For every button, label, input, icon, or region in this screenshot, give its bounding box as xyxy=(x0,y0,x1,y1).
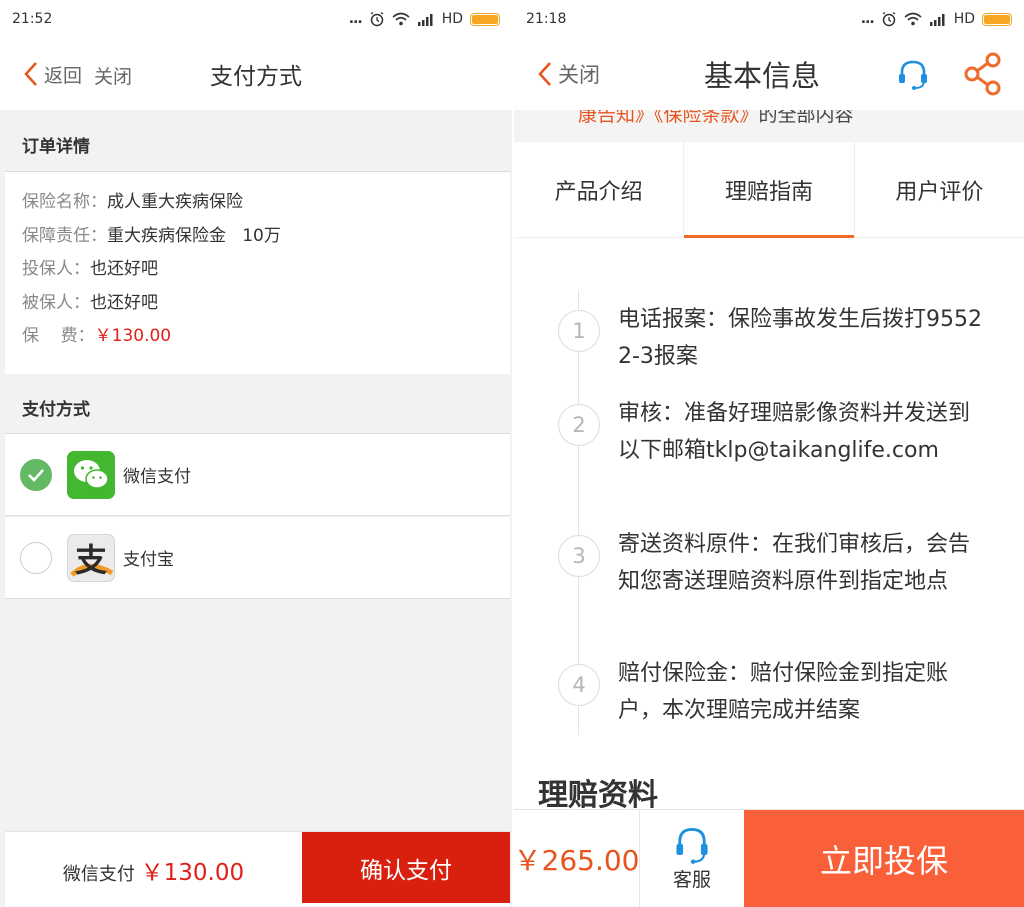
payment-option-wechat[interactable]: 微信支付 xyxy=(5,434,510,516)
order-details-heading: 订单详情 xyxy=(5,118,510,172)
tab-product-intro[interactable]: 产品介绍 xyxy=(514,142,685,237)
close-label: 关闭 xyxy=(558,63,600,87)
signal-icon xyxy=(417,13,433,26)
wifi-icon xyxy=(904,12,922,26)
tab-bar: 产品介绍 理赔指南 用户评价 xyxy=(514,142,1024,238)
network-type: HD xyxy=(441,11,463,27)
step-number-badge: 4 xyxy=(558,664,600,706)
status-time: 21:18 xyxy=(526,11,567,27)
step-number-badge: 1 xyxy=(558,310,600,352)
alarm-icon xyxy=(882,11,896,27)
tab-user-reviews[interactable]: 用户评价 xyxy=(855,142,1024,237)
status-time: 21:52 xyxy=(12,11,53,27)
payment-total: 微信支付 ￥130.00 xyxy=(62,859,245,886)
claims-step: 1 电话报案：保险事故发生后拨打95522-3报案 xyxy=(558,307,984,375)
radio-unchecked-icon[interactable] xyxy=(20,541,52,574)
order-row-premium: 保 费：￥130.00 xyxy=(22,326,172,346)
claims-materials-title: 理赔资料 xyxy=(538,778,658,813)
payment-method-heading: 支付方式 xyxy=(5,382,510,434)
wechat-pay-label: 微信支付 xyxy=(123,467,191,487)
order-row-applicant: 投保人：也还好吧 xyxy=(22,259,158,279)
terms-links[interactable]: 康告知》《保险条款》 xyxy=(578,110,759,126)
claims-step: 3 寄送资料原件：在我们审核后，会告知您寄送理赔资料原件到指定地点 xyxy=(558,532,984,600)
payment-amount: ￥130.00 xyxy=(140,859,245,886)
more-dots-icon: ... xyxy=(348,11,363,27)
claims-step: 2 审核：准备好理赔影像资料并发送到以下邮箱tklp@taikanglife.c… xyxy=(558,401,984,469)
customer-service-icon[interactable] xyxy=(896,57,930,91)
payment-footer: 微信支付 ￥130.00 确认支付 xyxy=(5,831,510,907)
tab-claims-guide[interactable]: 理赔指南 xyxy=(684,142,855,238)
step-text: 电话报案：保险事故发生后拨打95522-3报案 xyxy=(618,307,982,369)
status-bar: 21:18 ... HD xyxy=(514,0,1024,38)
headset-icon xyxy=(676,827,708,864)
alipay-icon: 支 xyxy=(67,533,115,582)
nav-bar: 支付方式 返回 关闭 xyxy=(0,38,512,110)
purchase-footer: ￥265.00 客服 立即投保 xyxy=(514,809,1024,907)
wifi-icon xyxy=(392,12,410,26)
network-type: HD xyxy=(953,11,975,27)
chevron-left-icon xyxy=(24,62,37,86)
order-row-name: 保险名称：成人重大疾病保险 xyxy=(22,192,243,212)
order-row-insured: 被保人：也还好吧 xyxy=(22,292,158,313)
more-dots-icon: ... xyxy=(860,11,875,27)
terms-notice-strip: 康告知》《保险条款》的全部内容 xyxy=(514,110,1024,142)
buy-now-button[interactable]: 立即投保 xyxy=(744,810,1024,907)
step-number-badge: 2 xyxy=(558,404,600,446)
step-text: 寄送资料原件：在我们审核后，会告知您寄送理赔资料原件到指定地点 xyxy=(618,532,971,594)
price: ￥265.00 xyxy=(514,810,640,907)
claims-step: 4 赔付保险金：赔付保险金到指定账户，本次理赔完成并结案 xyxy=(558,661,984,729)
terms-suffix: 的全部内容 xyxy=(758,110,854,126)
chevron-left-icon xyxy=(538,62,551,86)
step-number-badge: 3 xyxy=(558,535,600,577)
alipay-label: 支付宝 xyxy=(123,550,174,570)
customer-service-button[interactable]: 客服 xyxy=(640,810,744,907)
nav-bar: 基本信息 关闭 xyxy=(514,38,1024,110)
battery-icon xyxy=(982,12,1012,26)
status-bar: 21:52 ... HD xyxy=(0,0,512,38)
confirm-payment-button[interactable]: 确认支付 xyxy=(302,832,510,903)
order-row-coverage: 保障责任：重大疾病保险金 10万 xyxy=(22,225,281,246)
back-label: 返回 xyxy=(44,64,83,87)
payment-option-alipay[interactable]: 支 支付宝 xyxy=(5,517,510,599)
back-button[interactable]: 返回 xyxy=(24,38,82,110)
alarm-icon xyxy=(370,11,384,27)
close-button[interactable]: 关闭 xyxy=(94,62,132,89)
step-text: 审核：准备好理赔影像资料并发送到以下邮箱tklp@taikanglife.com xyxy=(618,401,971,463)
signal-icon xyxy=(929,13,945,26)
wechat-pay-icon xyxy=(67,450,115,499)
radio-checked-icon[interactable] xyxy=(20,458,52,491)
customer-service-label: 客服 xyxy=(672,869,711,891)
close-button[interactable]: 关闭 xyxy=(538,38,600,110)
share-icon[interactable] xyxy=(964,52,1002,96)
order-details: 保险名称：成人重大疾病保险 保障责任：重大疾病保险金 10万 投保人：也还好吧 … xyxy=(5,172,510,374)
battery-icon xyxy=(470,12,500,26)
step-text: 赔付保险金：赔付保险金到指定账户，本次理赔完成并结案 xyxy=(618,661,949,723)
payment-screen: 21:52 ... HD 支付方式 返回 关闭 订单详情 保险名称：成人重大疾病… xyxy=(0,0,512,907)
claims-guide-screen: 21:18 ... HD 基本信息 关闭 康告知》《保险条款》的全部内容 产品介… xyxy=(514,0,1024,907)
